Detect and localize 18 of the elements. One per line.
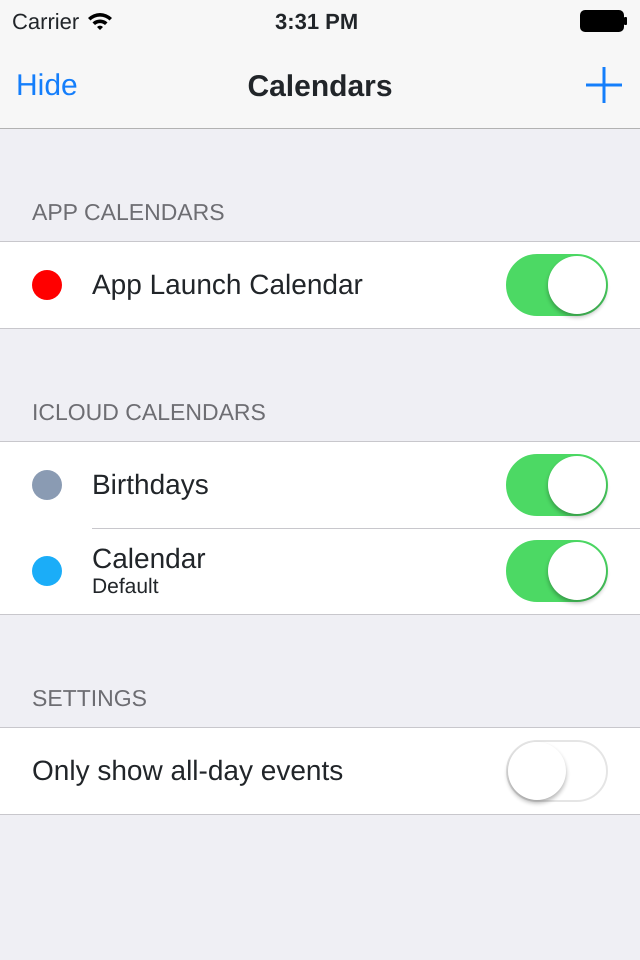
add-button[interactable] — [584, 65, 624, 105]
toggle-switch[interactable] — [506, 540, 608, 602]
clock-time: 3:31 PM — [275, 8, 358, 36]
row-label: App Launch Calendar — [92, 269, 363, 301]
section-header: ICLOUD CALENDARS — [32, 399, 266, 425]
navigation-title: Calendars — [247, 70, 393, 103]
carrier-label: Carrier — [12, 8, 80, 36]
section-header: SETTINGS — [32, 685, 148, 711]
wifi-icon — [87, 11, 114, 31]
battery-icon — [580, 10, 628, 32]
toggle-switch[interactable] — [506, 454, 608, 516]
hide-button[interactable]: Hide — [16, 62, 78, 108]
row-label: Calendar — [92, 543, 206, 575]
toggle-switch[interactable] — [506, 254, 608, 316]
section-header: APP CALENDARS — [32, 199, 225, 225]
row-label: Only show all-day events — [32, 755, 344, 787]
row-label: Birthdays — [92, 469, 209, 501]
row-subtitle: Default — [92, 575, 160, 599]
